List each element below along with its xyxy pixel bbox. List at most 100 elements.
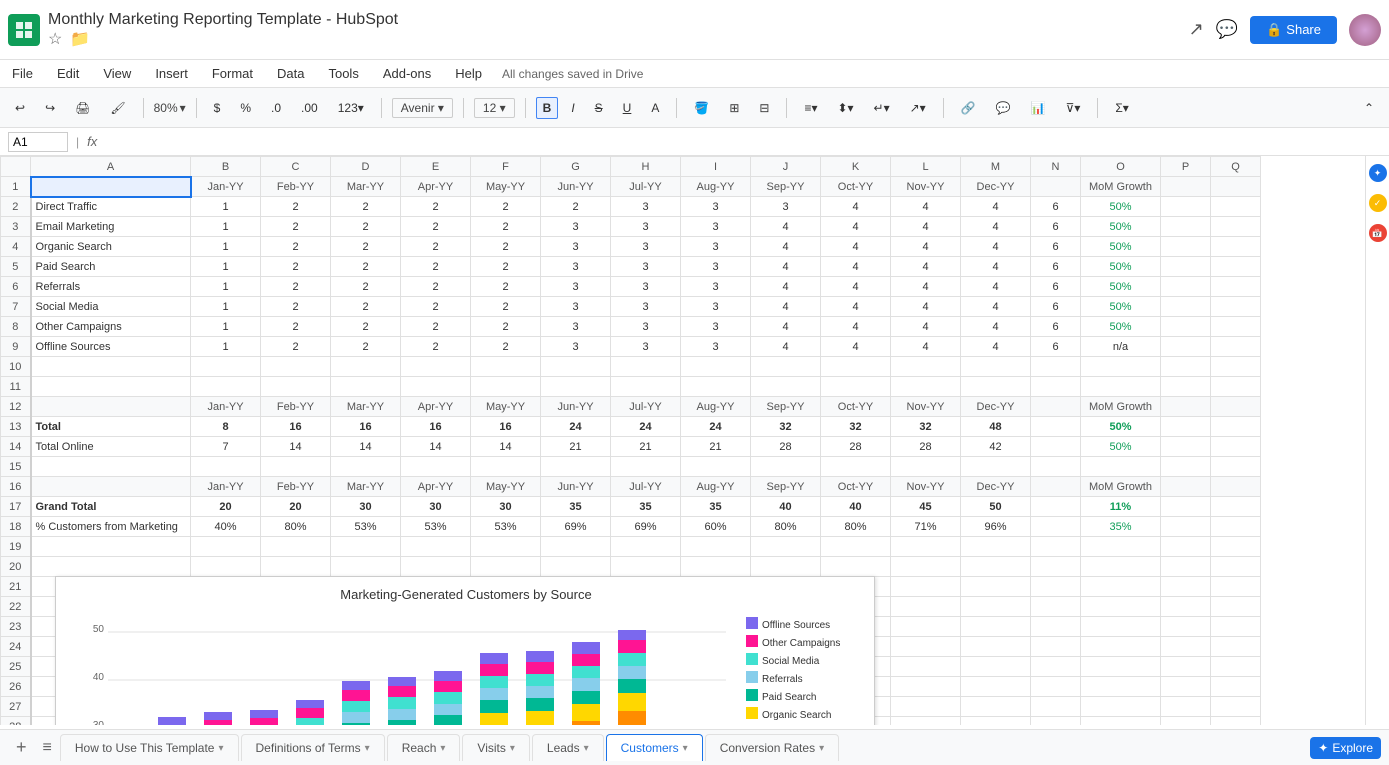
cell-r5-c0[interactable]: Paid Search	[31, 257, 191, 277]
cell-r1-c9[interactable]: Sep-YY	[751, 177, 821, 197]
cell-r8-c7[interactable]: 3	[611, 317, 681, 337]
cell-r15-c3[interactable]	[331, 457, 401, 477]
cell-r6-c10[interactable]: 4	[821, 277, 891, 297]
font-selector[interactable]: Avenir ▾	[392, 98, 453, 118]
cell-r2-c5[interactable]: 2	[471, 197, 541, 217]
cell-r11-c1[interactable]	[191, 377, 261, 397]
cell-r16-c9[interactable]: Sep-YY	[751, 477, 821, 497]
tasks-icon[interactable]: ✓	[1369, 194, 1387, 212]
cell-r13-c1[interactable]: 8	[191, 417, 261, 437]
add-sheet-button[interactable]: +	[8, 737, 35, 758]
cell-r25-c14[interactable]	[1081, 657, 1161, 677]
cell-r13-c5[interactable]: 16	[471, 417, 541, 437]
cell-r18-c9[interactable]: 80%	[751, 517, 821, 537]
fill-color-button[interactable]: 🪣	[687, 97, 716, 119]
cell-r13-c7[interactable]: 24	[611, 417, 681, 437]
cell-r26-c16[interactable]	[1211, 677, 1261, 697]
cell-r12-c10[interactable]: Oct-YY	[821, 397, 891, 417]
cell-r18-c15[interactable]	[1161, 517, 1211, 537]
tab-how-to-use[interactable]: How to Use This Template ▾	[60, 734, 239, 761]
cell-r4-c3[interactable]: 2	[331, 237, 401, 257]
cell-r8-c10[interactable]: 4	[821, 317, 891, 337]
cell-r27-c11[interactable]	[891, 697, 961, 717]
col-header-i[interactable]: I	[681, 157, 751, 177]
cell-r6-c15[interactable]	[1161, 277, 1211, 297]
tab-dropdown-definitions[interactable]: ▾	[365, 743, 370, 754]
cell-r8-c15[interactable]	[1161, 317, 1211, 337]
cell-r13-c2[interactable]: 16	[261, 417, 331, 437]
cell-r17-c12[interactable]: 50	[961, 497, 1031, 517]
cell-r27-c14[interactable]	[1081, 697, 1161, 717]
cell-r17-c5[interactable]: 30	[471, 497, 541, 517]
cell-r5-c10[interactable]: 4	[821, 257, 891, 277]
cell-r7-c4[interactable]: 2	[401, 297, 471, 317]
col-header-d[interactable]: D	[331, 157, 401, 177]
cell-r21-c12[interactable]	[961, 577, 1031, 597]
cell-r20-c2[interactable]	[261, 557, 331, 577]
cell-r9-c15[interactable]	[1161, 337, 1211, 357]
cell-r23-c12[interactable]	[961, 617, 1031, 637]
cell-r9-c5[interactable]: 2	[471, 337, 541, 357]
cell-r18-c7[interactable]: 69%	[611, 517, 681, 537]
cell-r11-c5[interactable]	[471, 377, 541, 397]
cell-r17-c13[interactable]	[1031, 497, 1081, 517]
cell-r15-c0[interactable]	[31, 457, 191, 477]
cell-r6-c16[interactable]	[1211, 277, 1261, 297]
cell-r5-c15[interactable]	[1161, 257, 1211, 277]
col-header-q[interactable]: Q	[1211, 157, 1261, 177]
tab-dropdown-visits[interactable]: ▾	[510, 743, 515, 754]
cell-r11-c12[interactable]	[961, 377, 1031, 397]
cell-r7-c0[interactable]: Social Media	[31, 297, 191, 317]
tab-reach[interactable]: Reach ▾	[387, 734, 461, 761]
cell-r2-c0[interactable]: Direct Traffic	[31, 197, 191, 217]
cell-r1-c10[interactable]: Oct-YY	[821, 177, 891, 197]
cell-r22-c11[interactable]	[891, 597, 961, 617]
cell-r3-c12[interactable]: 4	[961, 217, 1031, 237]
cell-r4-c13[interactable]: 6	[1031, 237, 1081, 257]
cell-r28-c12[interactable]	[961, 717, 1031, 726]
cell-r7-c12[interactable]: 4	[961, 297, 1031, 317]
cell-r3-c13[interactable]: 6	[1031, 217, 1081, 237]
cell-r2-c1[interactable]: 1	[191, 197, 261, 217]
cell-r6-c9[interactable]: 4	[751, 277, 821, 297]
cell-r24-c13[interactable]	[1031, 637, 1081, 657]
cell-r10-c9[interactable]	[751, 357, 821, 377]
cell-r27-c15[interactable]	[1161, 697, 1211, 717]
rotate-button[interactable]: ↗▾	[903, 97, 933, 119]
cell-r9-c0[interactable]: Offline Sources	[31, 337, 191, 357]
cell-r24-c11[interactable]	[891, 637, 961, 657]
cell-r12-c1[interactable]: Jan-YY	[191, 397, 261, 417]
cell-r14-c4[interactable]: 14	[401, 437, 471, 457]
cell-r10-c14[interactable]	[1081, 357, 1161, 377]
cell-r24-c14[interactable]	[1081, 637, 1161, 657]
cell-r10-c0[interactable]	[31, 357, 191, 377]
cell-r3-c2[interactable]: 2	[261, 217, 331, 237]
cell-r17-c0[interactable]: Grand Total	[31, 497, 191, 517]
cell-r16-c15[interactable]	[1161, 477, 1211, 497]
cell-reference-input[interactable]	[8, 132, 68, 152]
tab-customers[interactable]: Customers ▾	[606, 734, 703, 761]
cell-r7-c2[interactable]: 2	[261, 297, 331, 317]
filter-button[interactable]: ⊽▾	[1059, 97, 1088, 119]
cell-r19-c7[interactable]	[611, 537, 681, 557]
cell-r8-c14[interactable]: 50%	[1081, 317, 1161, 337]
cell-r3-c4[interactable]: 2	[401, 217, 471, 237]
cell-r27-c12[interactable]	[961, 697, 1031, 717]
cell-r17-c15[interactable]	[1161, 497, 1211, 517]
cell-r5-c9[interactable]: 4	[751, 257, 821, 277]
cell-r5-c6[interactable]: 3	[541, 257, 611, 277]
cell-r7-c10[interactable]: 4	[821, 297, 891, 317]
cell-r5-c8[interactable]: 3	[681, 257, 751, 277]
cell-r16-c10[interactable]: Oct-YY	[821, 477, 891, 497]
tab-dropdown-leads[interactable]: ▾	[584, 743, 589, 754]
cell-r6-c1[interactable]: 1	[191, 277, 261, 297]
cell-r3-c9[interactable]: 4	[751, 217, 821, 237]
cell-r1-c2[interactable]: Feb-YY	[261, 177, 331, 197]
cell-r18-c2[interactable]: 80%	[261, 517, 331, 537]
cell-r19-c14[interactable]	[1081, 537, 1161, 557]
cell-r17-c14[interactable]: 11%	[1081, 497, 1161, 517]
tab-visits[interactable]: Visits ▾	[462, 734, 529, 761]
cell-r14-c11[interactable]: 28	[891, 437, 961, 457]
link-button[interactable]: 🔗	[954, 97, 983, 119]
cell-r9-c9[interactable]: 4	[751, 337, 821, 357]
